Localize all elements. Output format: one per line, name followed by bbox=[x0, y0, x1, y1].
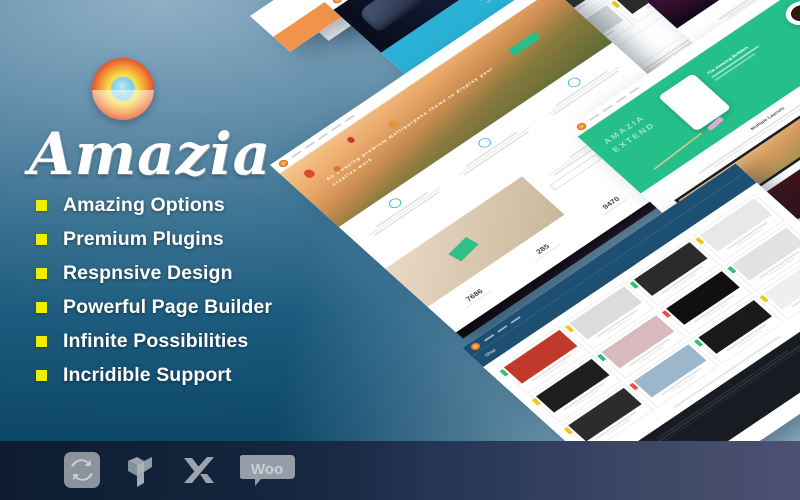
visual-composer-icon bbox=[122, 452, 158, 493]
bullet-square-icon bbox=[36, 369, 47, 381]
bullet-square-icon bbox=[36, 233, 47, 245]
x-plugin-icon bbox=[180, 452, 218, 493]
feature-list: Amazing Options Premium Plugins Respnsiv… bbox=[36, 188, 316, 392]
bullet-square-icon bbox=[36, 199, 47, 211]
bullet-square-icon bbox=[36, 301, 47, 313]
plugin-badge-row: Woo bbox=[64, 452, 296, 493]
revolution-slider-icon bbox=[64, 452, 100, 493]
promo-banner: SPORT FASHION FOR MAN 232194433 DAYSHOUR… bbox=[0, 0, 800, 500]
feature-item: Powerful Page Builder bbox=[36, 290, 316, 324]
svg-text:Woo: Woo bbox=[251, 461, 283, 478]
feature-label: Powerful Page Builder bbox=[63, 295, 273, 318]
hero-panel: Amazia Amazing Options Premium Plugins R… bbox=[0, 0, 310, 441]
feature-item: Premium Plugins bbox=[36, 222, 316, 256]
feature-label: Amazing Options bbox=[63, 193, 225, 216]
woocommerce-icon: Woo bbox=[239, 452, 296, 493]
brand-wordmark: Amazia bbox=[28, 120, 272, 188]
feature-item: Amazing Options bbox=[36, 188, 316, 222]
logo-gloss bbox=[92, 90, 154, 120]
amazia-logo-icon bbox=[92, 58, 154, 120]
feature-label: Premium Plugins bbox=[63, 227, 224, 250]
feature-item: Infinite Possibilities bbox=[36, 324, 316, 358]
feature-item: Respnsive Design bbox=[36, 256, 316, 290]
feature-label: Infinite Possibilities bbox=[63, 329, 249, 352]
feature-label: Respnsive Design bbox=[63, 261, 233, 284]
feature-item: Incridible Support bbox=[36, 358, 316, 392]
bullet-square-icon bbox=[36, 267, 47, 279]
feature-label: Incridible Support bbox=[63, 363, 232, 386]
bullet-square-icon bbox=[36, 335, 47, 347]
